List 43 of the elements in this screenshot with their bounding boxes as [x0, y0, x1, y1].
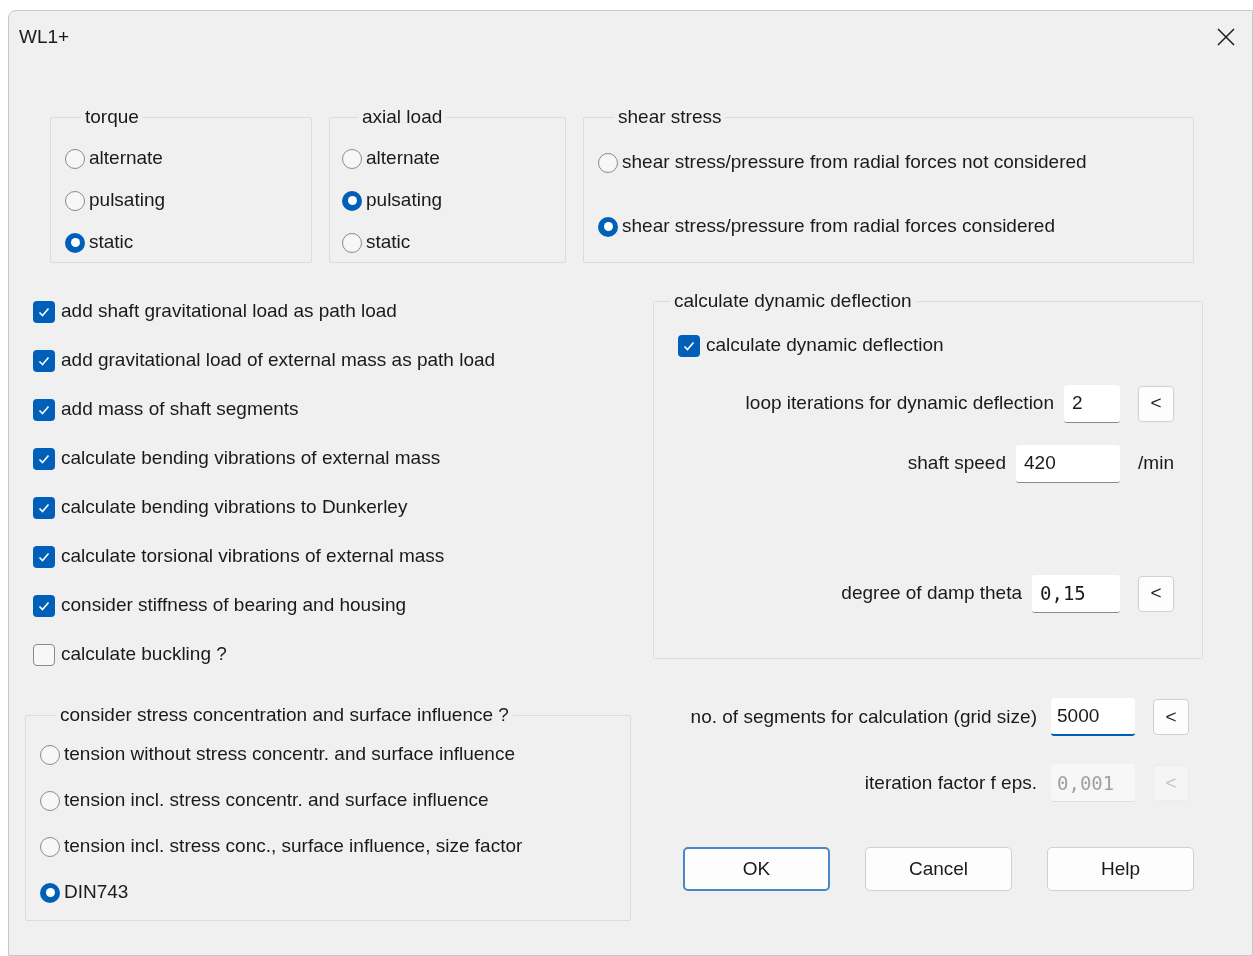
group-title: consider stress concentration and surface influence ?	[59, 703, 510, 727]
radio-label: shear stress/pressure from radial forces considered	[622, 214, 1055, 239]
input-field[interactable]: 2	[1064, 384, 1120, 423]
checkbox-label: calculate bending vibrations of external mass	[61, 446, 441, 471]
input-field[interactable]: 420	[1016, 444, 1120, 483]
field-label: no. of segments for calculation (grid size)	[690, 704, 1037, 729]
unit-label: /min	[1137, 451, 1174, 476]
group-title: calculate dynamic deflection	[673, 289, 913, 313]
group-title: shear stress	[617, 105, 723, 129]
pick-button[interactable]: <	[1138, 385, 1174, 422]
pick-button[interactable]: <	[1138, 575, 1174, 612]
radio-label: tension without stress concentr. and surface influence	[64, 742, 515, 767]
radio-label: DIN743	[64, 880, 129, 905]
radio-label: alternate	[366, 146, 440, 171]
dialog-button[interactable]: Help	[1047, 847, 1194, 891]
radio-label: alternate	[89, 146, 163, 171]
radio-label: shear stress/pressure from radial forces not considered	[622, 150, 1087, 175]
field-label: degree of damp theta	[841, 581, 1022, 606]
radio-label: tension incl. stress concentr. and surface influence	[64, 788, 489, 813]
checkbox-label: consider stiffness of bearing and housing	[61, 593, 407, 618]
dialog-button[interactable]: Cancel	[865, 847, 1012, 891]
window-title: WL1+	[19, 24, 70, 49]
group-title: axial load	[361, 105, 444, 129]
input-field[interactable]: 5000	[1051, 698, 1135, 736]
checkbox-label: add mass of shaft segments	[61, 397, 299, 422]
radio-label: pulsating	[89, 188, 166, 213]
dialog-button[interactable]: OK	[683, 847, 830, 891]
field-label: iteration factor f eps.	[864, 770, 1037, 795]
checkbox-label: add shaft gravitational load as path load	[61, 299, 397, 324]
field-label: shaft speed	[907, 451, 1006, 476]
radio-label: tension incl. stress conc., surface influence, size factor	[64, 834, 523, 859]
checkbox-label: calculate buckling ?	[61, 642, 227, 667]
checkbox-label: calculate dynamic deflection	[706, 333, 944, 358]
checkbox-label: calculate bending vibrations to Dunkerley	[61, 495, 408, 520]
checkbox-label: calculate torsional vibrations of external mass	[61, 544, 445, 569]
group-title: torque	[84, 105, 140, 129]
field-label: loop iterations for dynamic deflection	[745, 391, 1054, 416]
radio-label: static	[366, 230, 411, 255]
input-field[interactable]: 0,15	[1032, 574, 1120, 613]
radio-label: pulsating	[366, 188, 443, 213]
pick-button[interactable]: <	[1153, 699, 1189, 735]
radio-label: static	[89, 230, 134, 255]
checkbox-label: add gravitational load of external mass as path load	[61, 348, 496, 373]
